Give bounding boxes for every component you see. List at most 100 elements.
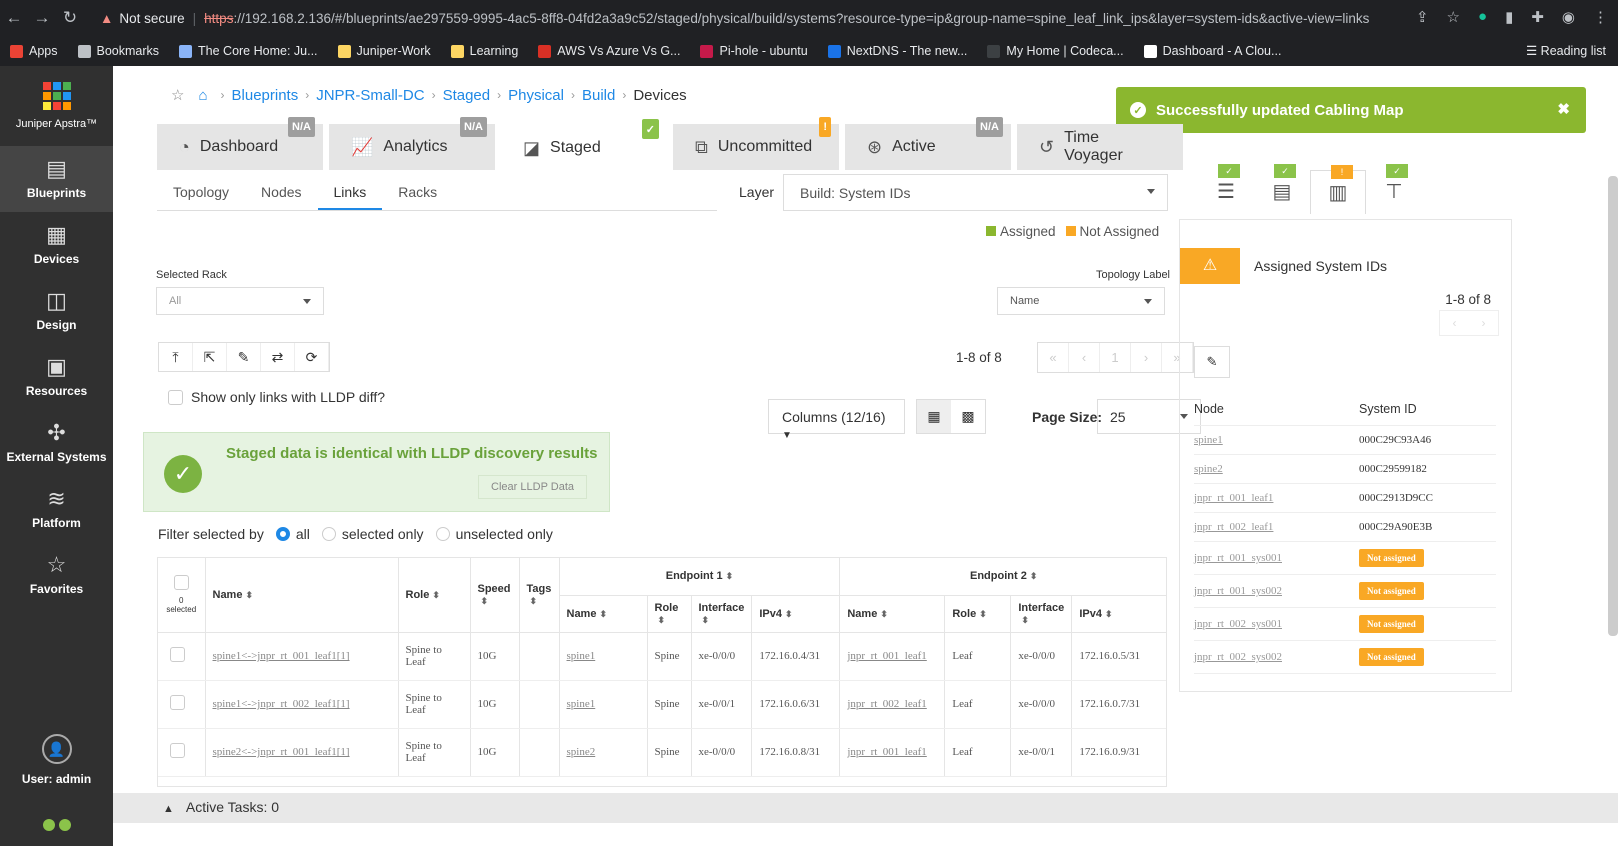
table-view-icon[interactable]: ▦ xyxy=(917,400,951,433)
col-e1-ipv4[interactable]: IPv4 ⬍ xyxy=(751,595,841,633)
address-bar[interactable]: ▲ Not secure | https ://192.168.2.136/#/… xyxy=(100,5,1440,32)
bookmark-item[interactable]: My Home | Codeca... xyxy=(987,44,1124,58)
breadcrumb-staged[interactable]: Staged xyxy=(443,87,491,104)
reading-list[interactable]: ☰ Reading list xyxy=(1526,43,1606,58)
topology-icon[interactable]: ⊤ ✓ xyxy=(1366,164,1422,214)
col-e2-interface[interactable]: Interface ⬍ xyxy=(1010,595,1073,633)
reload-icon[interactable]: ↻ xyxy=(56,8,84,28)
user-menu[interactable]: 👤 User: admin xyxy=(0,734,113,786)
topology-label-select[interactable]: Name xyxy=(997,287,1165,315)
sidebar-item-platform[interactable]: ≋ Platform xyxy=(0,476,113,542)
link-name[interactable]: spine1<->jnpr_rt_001_leaf1[1] xyxy=(213,650,350,662)
edit-system-ids-button[interactable]: ✎ xyxy=(1194,346,1230,378)
tab-analytics[interactable]: 📈 Analytics N/A xyxy=(329,117,495,170)
bookmark-item[interactable]: Apps xyxy=(10,44,58,58)
menu-icon[interactable]: ⋮ xyxy=(1593,8,1608,26)
row-checkbox[interactable] xyxy=(169,647,185,662)
node-link[interactable]: jnpr_rt_002_sys002 xyxy=(1194,651,1359,663)
col-name[interactable]: Name ⬍ xyxy=(205,558,399,633)
sidebar-item-resources[interactable]: ▣ Resources xyxy=(0,344,113,410)
scrollbar[interactable] xyxy=(1608,176,1618,636)
lldp-diff-filter[interactable]: Show only links with LLDP diff? xyxy=(168,389,385,405)
bookmark-item[interactable]: The Core Home: Ju... xyxy=(179,44,318,58)
table-row[interactable]: spine1<->jnpr_rt_002_leaf1[1] Spine to L… xyxy=(158,680,1166,729)
tab-time-voyager[interactable]: ↺ Time Voyager xyxy=(1017,124,1183,170)
link-name[interactable]: spine2<->jnpr_rt_001_leaf1[1] xyxy=(213,746,350,758)
favorite-star-icon[interactable]: ☆ xyxy=(171,86,184,104)
list-view-icon[interactable]: ☰ ✓ xyxy=(1198,164,1254,214)
share-icon[interactable]: ⇪ xyxy=(1416,8,1429,26)
puzzle-icon[interactable]: ✚ xyxy=(1531,8,1544,26)
filter-unselected-radio[interactable] xyxy=(435,527,450,541)
col-e1-name[interactable]: Name ⬍ xyxy=(559,595,648,633)
layer-select[interactable]: Build: System IDs xyxy=(783,174,1168,211)
page-number[interactable]: 1 xyxy=(1100,343,1131,372)
active-tasks-bar[interactable]: ▲ Active Tasks: 0 xyxy=(113,793,1618,823)
sidebar-item-favorites[interactable]: ☆ Favorites xyxy=(0,542,113,608)
select-all-checkbox[interactable] xyxy=(173,575,189,591)
filter-all-radio[interactable] xyxy=(275,527,290,541)
edit-icon[interactable]: ✎ xyxy=(227,343,261,371)
subtab-topology[interactable]: Topology xyxy=(157,174,245,210)
bookmark-item[interactable]: Dashboard - A Clou... xyxy=(1143,44,1281,58)
endpoint1-name[interactable]: spine1 xyxy=(567,698,596,710)
breadcrumb-blueprints[interactable]: Blueprints xyxy=(232,87,299,104)
breadcrumb-physical[interactable]: Physical xyxy=(508,87,564,104)
endpoint2-name[interactable]: jnpr_rt_001_leaf1 xyxy=(847,650,926,662)
prev-page-icon[interactable]: ‹ xyxy=(1069,343,1100,372)
tab-staged[interactable]: ◪ Staged ✓ xyxy=(501,119,667,170)
node-link[interactable]: jnpr_rt_001_sys002 xyxy=(1194,585,1359,597)
subtab-racks[interactable]: Racks xyxy=(382,174,453,210)
system-id-icon[interactable]: ▥! xyxy=(1310,165,1366,214)
columns-button[interactable]: Columns (12/16) ▼ xyxy=(768,399,905,441)
link-name[interactable]: spine1<->jnpr_rt_002_leaf1[1] xyxy=(213,698,350,710)
filter-selected-radio[interactable] xyxy=(321,527,336,541)
profile-avatar-icon[interactable]: ◉ xyxy=(1562,8,1575,26)
bookmark-item[interactable]: Pi-hole - ubuntu xyxy=(700,44,808,58)
extension-icon[interactable]: ▮ xyxy=(1505,8,1513,26)
bookmark-star-icon[interactable]: ☆ xyxy=(1447,8,1460,26)
node-link[interactable]: jnpr_rt_001_leaf1 xyxy=(1194,492,1359,504)
breadcrumb-blueprint[interactable]: JNPR-Small-DC xyxy=(316,87,424,104)
forward-icon[interactable]: → xyxy=(28,8,56,28)
bookmark-item[interactable]: Bookmarks xyxy=(77,44,159,58)
endpoint1-name[interactable]: spine1 xyxy=(567,650,596,662)
bookmark-item[interactable]: AWS Vs Azure Vs G... xyxy=(538,44,680,58)
table-row[interactable]: spine2<->jnpr_rt_001_leaf1[1] Spine to L… xyxy=(158,728,1166,777)
prev-page-icon[interactable]: ‹ xyxy=(1453,316,1457,330)
lldp-diff-checkbox[interactable] xyxy=(168,389,183,405)
node-link[interactable]: spine1 xyxy=(1194,434,1359,446)
server-icon[interactable]: ▤ ✓ xyxy=(1254,164,1310,214)
import-icon[interactable]: ⤒ xyxy=(159,343,193,371)
sidebar-item-devices[interactable]: ▦ Devices xyxy=(0,212,113,278)
grammarly-icon[interactable]: ● xyxy=(1478,8,1487,26)
endpoint2-name[interactable]: jnpr_rt_002_leaf1 xyxy=(847,698,926,710)
node-link[interactable]: jnpr_rt_001_sys001 xyxy=(1194,552,1359,564)
col-endpoint1[interactable]: Endpoint 1 ⬍ xyxy=(559,558,841,596)
col-e2-role[interactable]: Role ⬍ xyxy=(944,595,1012,633)
back-icon[interactable]: ← xyxy=(0,8,28,28)
row-checkbox[interactable] xyxy=(169,743,185,758)
subtab-nodes[interactable]: Nodes xyxy=(245,174,317,210)
grid-view-icon[interactable]: ▩ xyxy=(951,400,985,433)
refresh-icon[interactable]: ⟳ xyxy=(295,343,329,371)
col-speed[interactable]: Speed ⬍ xyxy=(470,558,520,633)
subtab-links[interactable]: Links xyxy=(317,174,383,210)
tab-active[interactable]: ⊛ Active N/A xyxy=(845,117,1011,170)
first-page-icon[interactable]: « xyxy=(1038,343,1069,372)
close-icon[interactable]: ✖ xyxy=(1557,100,1570,118)
node-link[interactable]: spine2 xyxy=(1194,463,1359,475)
clear-lldp-button[interactable]: Clear LLDP Data xyxy=(478,475,587,499)
col-role[interactable]: Role ⬍ xyxy=(398,558,471,633)
sidebar-item-blueprints[interactable]: ▤ Blueprints xyxy=(0,146,113,212)
col-endpoint2[interactable]: Endpoint 2 ⬍ xyxy=(839,558,1166,596)
node-link[interactable]: jnpr_rt_002_leaf1 xyxy=(1194,521,1359,533)
col-tags[interactable]: Tags ⬍ xyxy=(519,558,560,633)
col-e2-name[interactable]: Name ⬍ xyxy=(839,595,946,633)
col-e1-role[interactable]: Role ⬍ xyxy=(647,595,692,633)
bookmark-item[interactable]: NextDNS - The new... xyxy=(827,44,967,58)
home-icon[interactable]: ⌂ xyxy=(198,87,207,104)
row-checkbox[interactable] xyxy=(169,695,185,710)
tab-uncommitted[interactable]: ⧉ Uncommitted! xyxy=(673,117,839,170)
endpoint2-name[interactable]: jnpr_rt_001_leaf1 xyxy=(847,746,926,758)
